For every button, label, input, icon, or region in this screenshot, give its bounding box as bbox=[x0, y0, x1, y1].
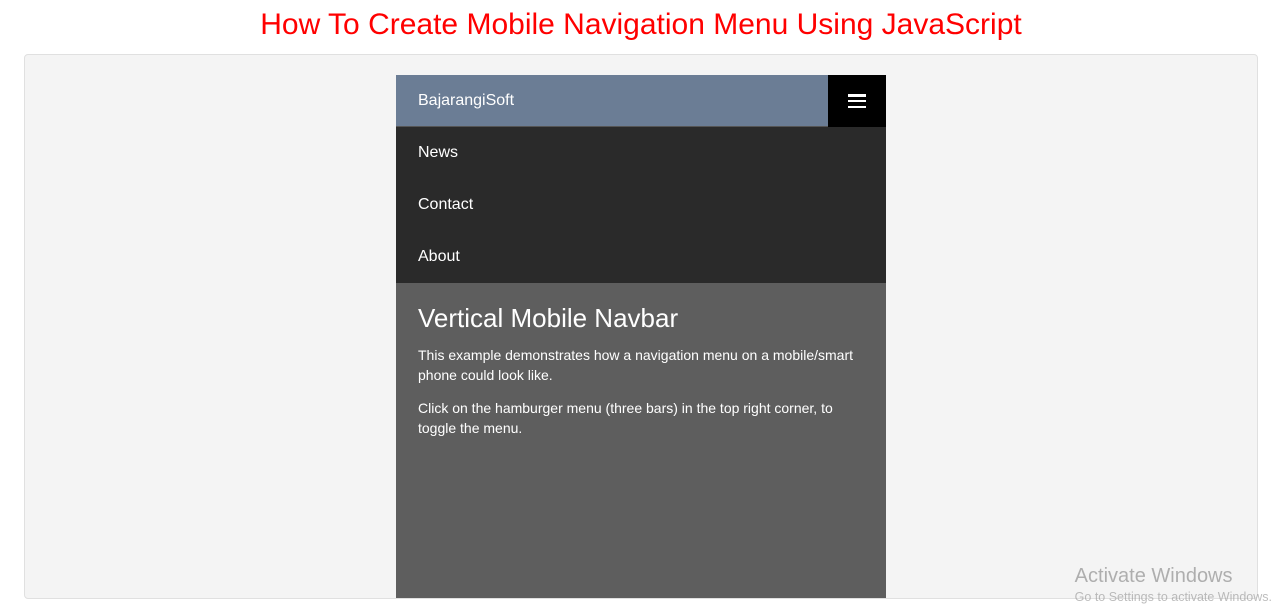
nav-links: News Contact About bbox=[396, 127, 886, 283]
content-area: Vertical Mobile Navbar This example demo… bbox=[396, 283, 886, 598]
navbar-top: BajarangiSoft bbox=[396, 75, 886, 127]
content-heading: Vertical Mobile Navbar bbox=[418, 303, 864, 334]
nav-link-news[interactable]: News bbox=[396, 127, 886, 179]
hamburger-icon bbox=[848, 94, 866, 108]
brand-link[interactable]: BajarangiSoft bbox=[396, 75, 828, 127]
nav-link-contact[interactable]: Contact bbox=[396, 179, 886, 231]
phone-frame: BajarangiSoft News Contact About Vertica… bbox=[396, 75, 886, 598]
nav-link-about[interactable]: About bbox=[396, 231, 886, 283]
content-paragraph-1: This example demonstrates how a navigati… bbox=[418, 346, 864, 385]
content-paragraph-2: Click on the hamburger menu (three bars)… bbox=[418, 399, 864, 438]
hamburger-button[interactable] bbox=[828, 75, 886, 127]
content-container: BajarangiSoft News Contact About Vertica… bbox=[24, 54, 1258, 599]
page-title: How To Create Mobile Navigation Menu Usi… bbox=[0, 0, 1282, 54]
